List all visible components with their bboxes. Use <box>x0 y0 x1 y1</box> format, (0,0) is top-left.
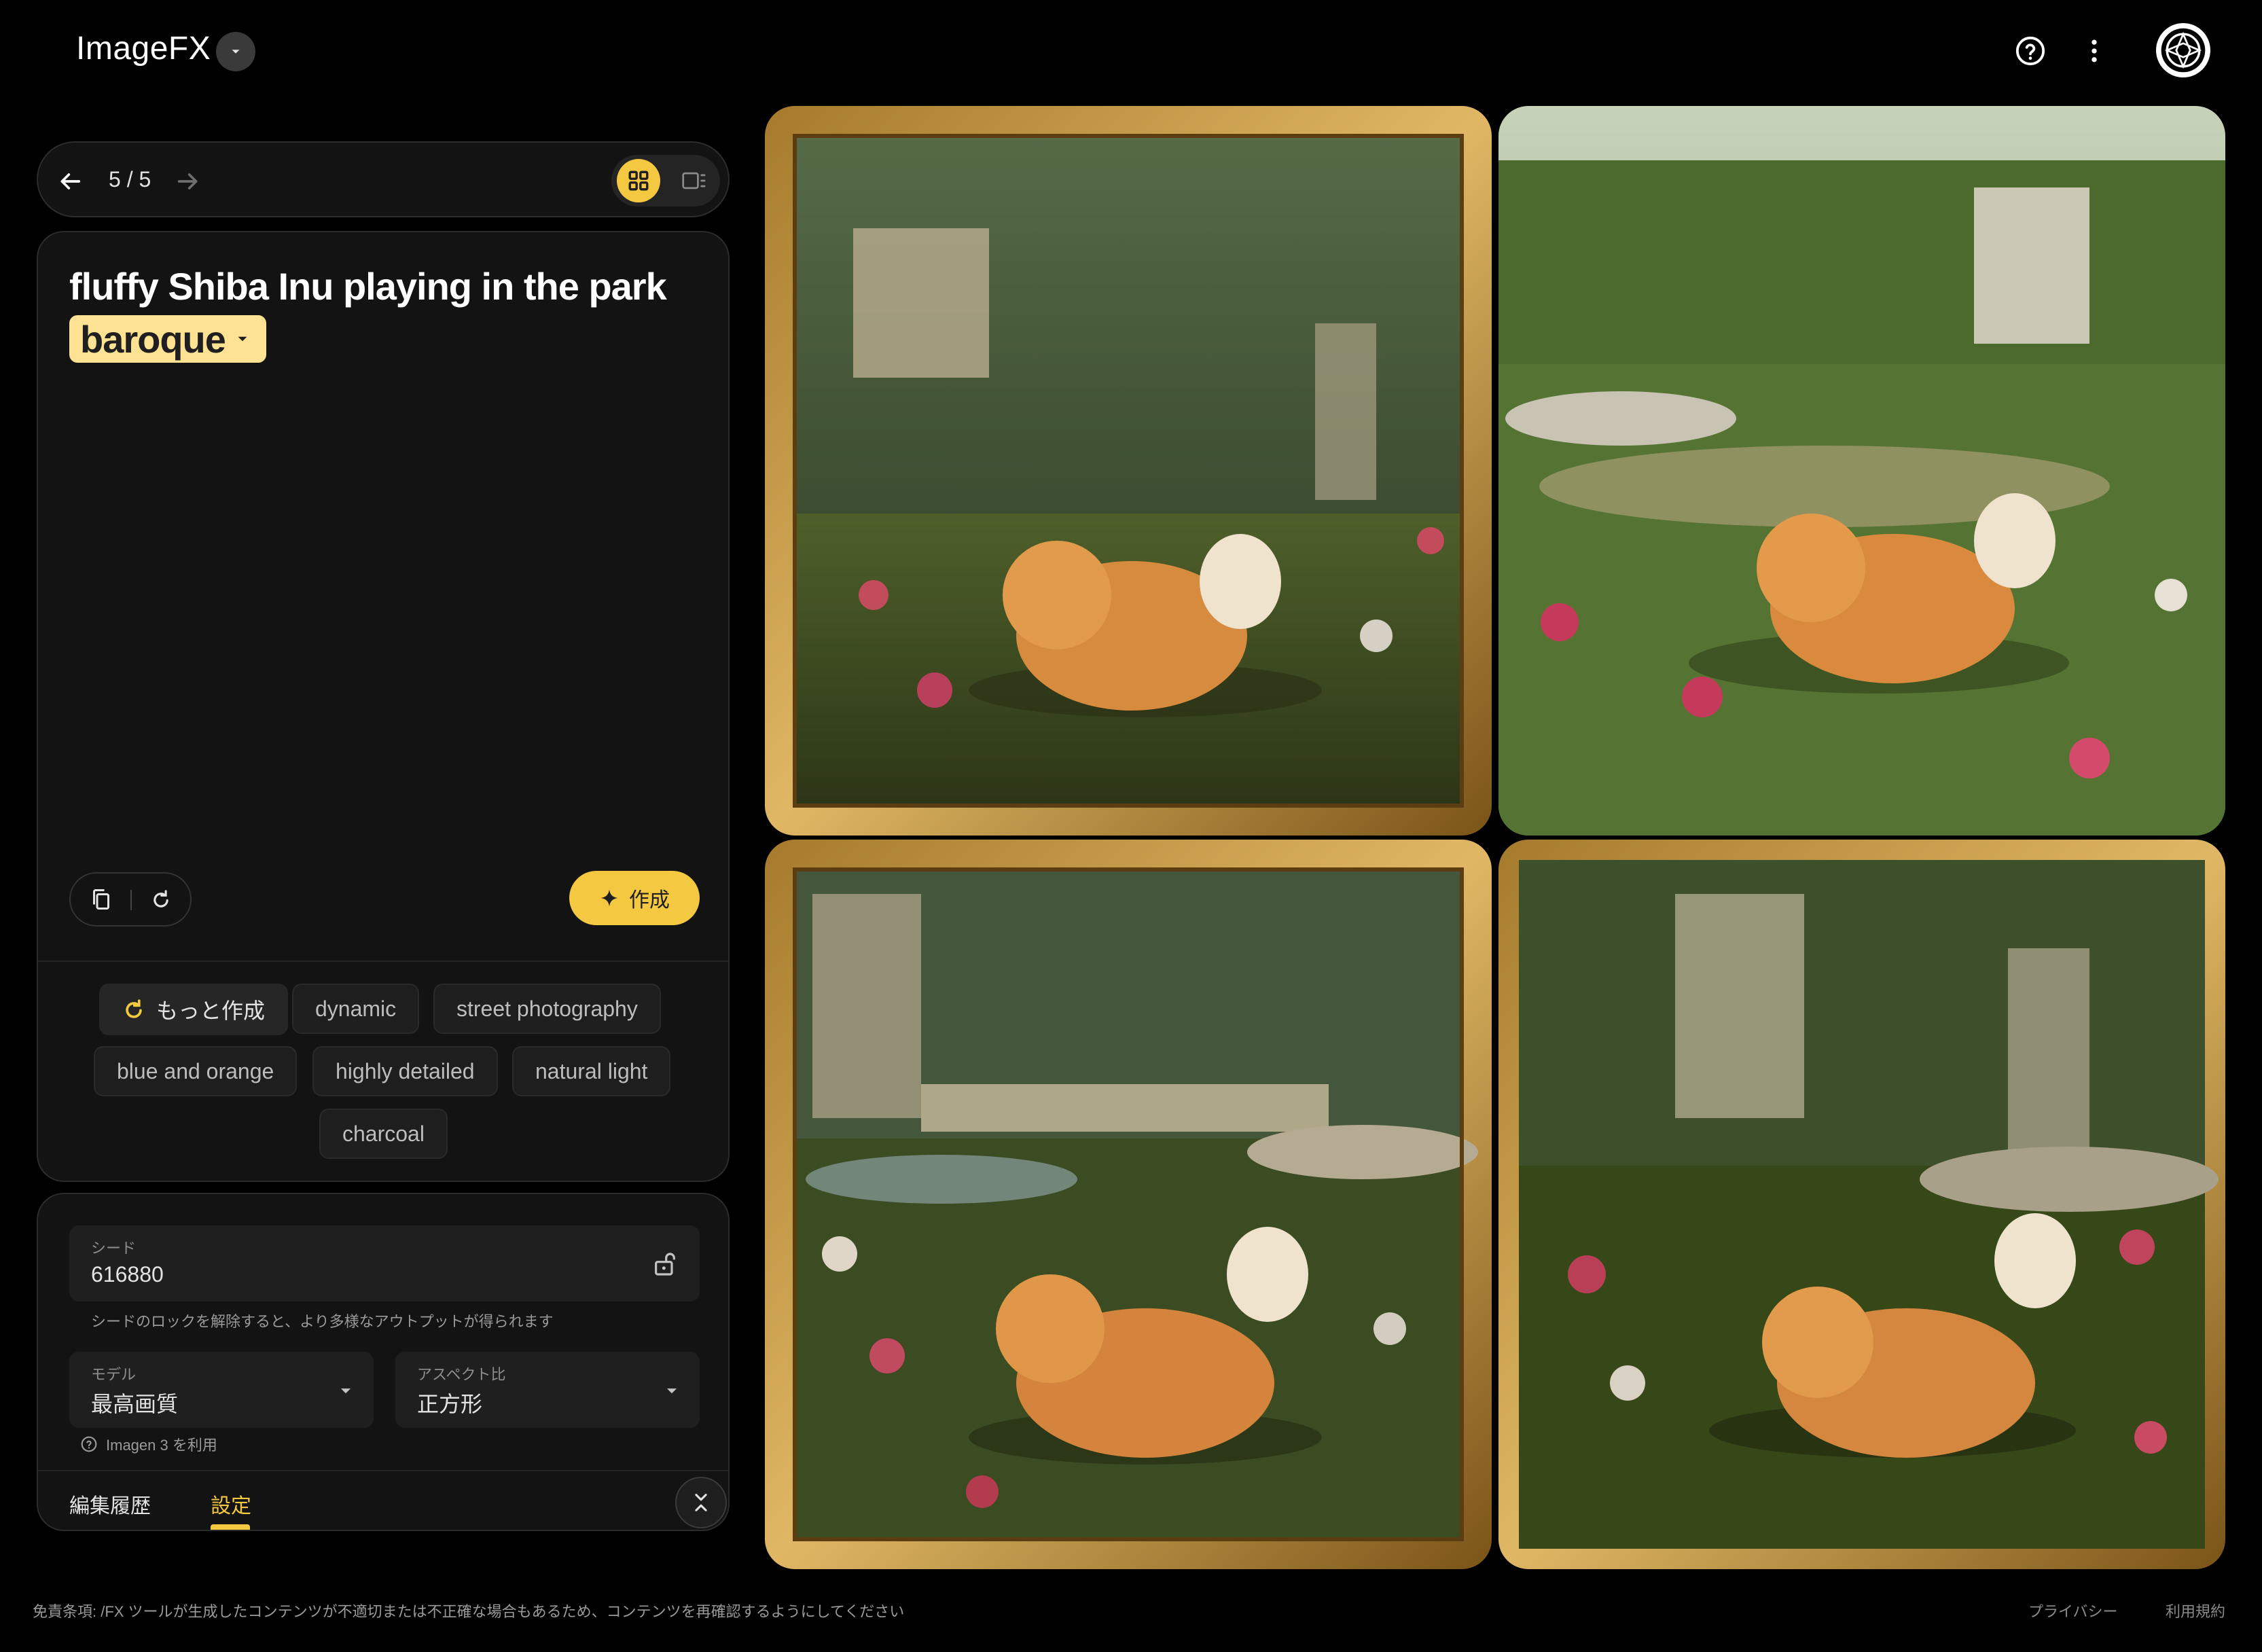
copy-icon <box>93 889 109 910</box>
image-render <box>765 840 1492 1569</box>
refresh-icon <box>126 999 142 1018</box>
tab-edit-history[interactable]: 編集履歴 <box>69 1489 151 1519</box>
seed-lock-button[interactable] <box>647 1246 683 1282</box>
suggestion-chip[interactable]: highly detailed <box>312 1046 498 1096</box>
image-render <box>1498 840 2225 1569</box>
chevron-down-icon <box>232 50 240 54</box>
image-render <box>1498 106 2225 836</box>
aspect-value: 正方形 <box>417 1392 483 1416</box>
style-chip[interactable]: baroque <box>69 315 266 363</box>
more-create-label: もっと作成 <box>156 999 266 1023</box>
grid-icon <box>628 170 649 191</box>
generated-image-2[interactable] <box>1498 106 2225 836</box>
seed-field[interactable]: シード 616880 <box>69 1225 700 1301</box>
prompt-tools <box>69 872 192 927</box>
panel-divider <box>38 960 728 962</box>
suggestion-chip[interactable]: blue and orange <box>94 1046 298 1096</box>
privacy-link[interactable]: プライバシー <box>2028 1600 2118 1621</box>
reset-prompt-button[interactable] <box>137 876 185 923</box>
account-icon <box>2161 28 2206 73</box>
tab-settings[interactable]: 設定 <box>211 1489 251 1519</box>
seed-hint: シードのロックを解除すると、より多様なアウトプットが得られます <box>91 1313 554 1330</box>
unlock-icon <box>655 1253 675 1276</box>
grid-view-button[interactable] <box>617 159 660 202</box>
model-note-text: Imagen 3 を利用 <box>106 1437 217 1454</box>
sparkle-icon <box>600 889 618 907</box>
refresh-icon <box>154 890 168 908</box>
seed-label: シード <box>91 1240 137 1257</box>
collapse-panel-button[interactable] <box>675 1477 727 1528</box>
aspect-ratio-select[interactable]: アスペクト比 正方形 <box>395 1352 700 1428</box>
more-options-button[interactable] <box>2070 27 2118 75</box>
generated-image-4[interactable] <box>1498 840 2225 1569</box>
active-tab-indicator <box>211 1524 250 1530</box>
model-label: モデル <box>91 1366 137 1383</box>
arrow-right-icon <box>177 173 198 190</box>
more-vert-icon <box>2092 39 2097 62</box>
help-icon <box>2015 36 2045 66</box>
previous-button[interactable] <box>46 158 94 205</box>
model-note: Imagen 3 を利用 <box>80 1433 217 1455</box>
suggestion-chip[interactable]: street photography <box>433 984 661 1034</box>
terms-link[interactable]: 利用規約 <box>2166 1600 2225 1621</box>
model-select[interactable]: モデル 最高画質 <box>69 1352 374 1428</box>
dropdown-arrow-icon <box>666 1388 677 1394</box>
help-icon <box>81 1436 97 1452</box>
dropdown-arrow-icon <box>340 1388 351 1394</box>
next-button[interactable] <box>164 158 212 205</box>
generated-image-3[interactable] <box>765 840 1492 1569</box>
single-view-button[interactable] <box>672 159 716 202</box>
collapse-icon <box>695 1494 707 1511</box>
prompt-panel <box>37 231 730 1182</box>
account-avatar[interactable] <box>2156 23 2210 77</box>
style-chip-label: baroque <box>80 317 226 361</box>
more-create-button[interactable]: もっと作成 <box>99 984 289 1035</box>
prompt-text[interactable]: fluffy Shiba Inu playing in the park <box>69 261 701 312</box>
create-button[interactable]: 作成 <box>569 871 700 925</box>
model-value: 最高画質 <box>91 1392 179 1416</box>
page-counter: 5 / 5 <box>109 167 151 192</box>
suggestion-chip[interactable]: charcoal <box>319 1109 448 1159</box>
settings-divider <box>38 1470 728 1471</box>
seed-value[interactable]: 616880 <box>91 1262 164 1287</box>
app-switcher-button[interactable] <box>216 32 255 71</box>
disclaimer-text: 免責条項: /FX ツールが生成したコンテンツが不適切または不正確な場合もあるた… <box>33 1603 905 1620</box>
suggestion-chip[interactable]: natural light <box>512 1046 671 1096</box>
aspect-label: アスペクト比 <box>417 1366 506 1383</box>
suggestion-chip[interactable]: dynamic <box>292 984 420 1034</box>
carousel-icon <box>682 172 706 190</box>
app-title[interactable]: ImageFX <box>76 30 211 67</box>
chevron-down-icon <box>238 336 247 342</box>
tool-divider <box>130 890 132 910</box>
create-button-label: 作成 <box>629 889 670 912</box>
generated-image-1[interactable] <box>765 106 1492 836</box>
arrow-left-icon <box>60 173 81 190</box>
help-button[interactable] <box>2007 27 2054 75</box>
image-render <box>765 106 1492 836</box>
copy-prompt-button[interactable] <box>77 876 125 923</box>
